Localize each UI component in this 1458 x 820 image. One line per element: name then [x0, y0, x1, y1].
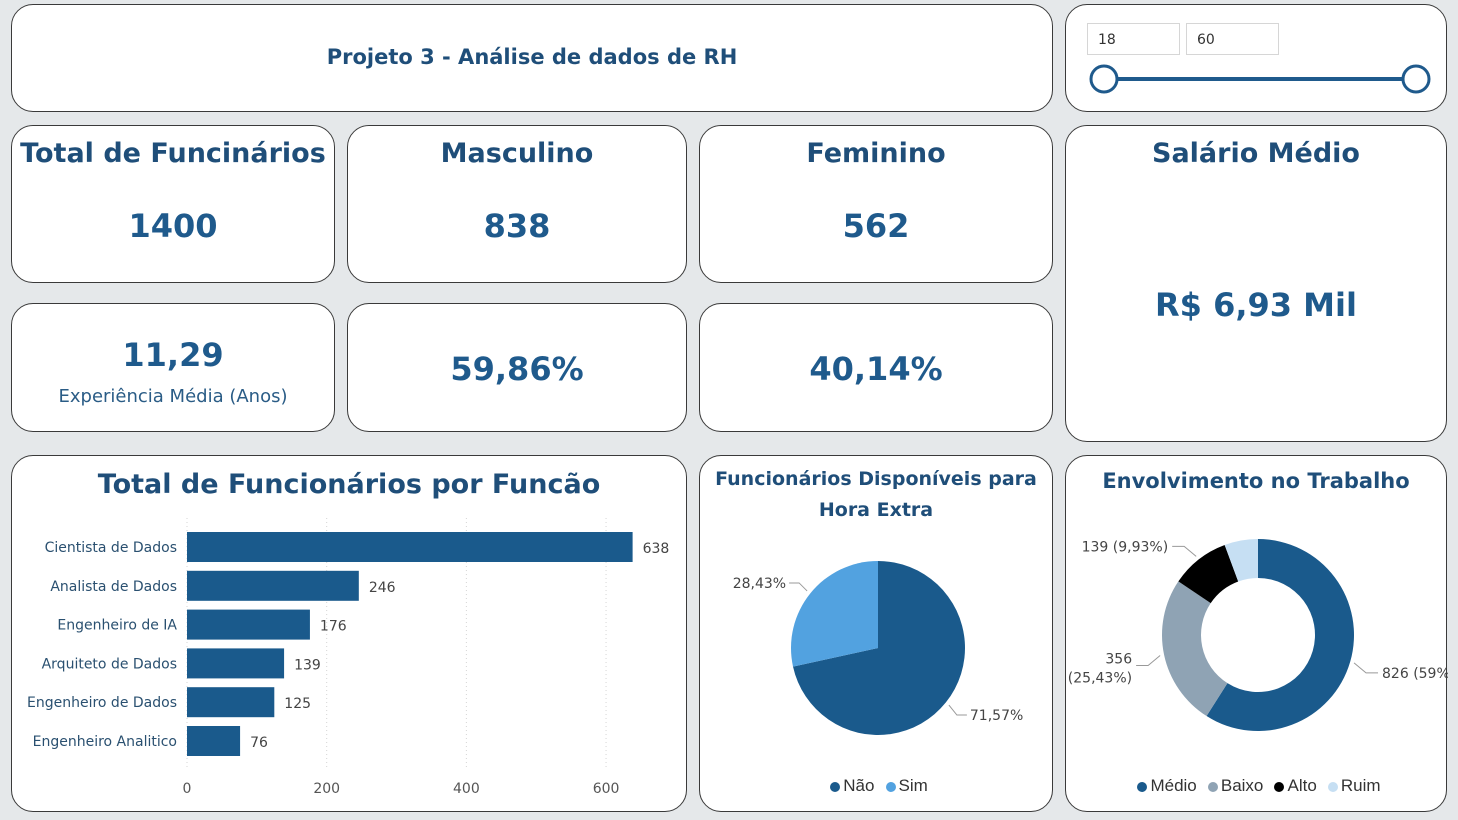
page-title: Projeto 3 - Análise de dados de RH — [326, 45, 738, 69]
donut-data-label: (25,43%) — [1068, 670, 1132, 686]
legend-ruim[interactable]: Ruim — [1341, 776, 1381, 795]
bar-value-label: 246 — [369, 580, 396, 596]
category-label: Engenheiro de IA — [57, 618, 177, 634]
bar-value-label: 176 — [320, 619, 347, 635]
bar — [187, 570, 359, 601]
kpi-male-pct-value: 59,86% — [450, 350, 584, 388]
slider-handle-min[interactable] — [1089, 64, 1119, 94]
slider-handle-max[interactable] — [1401, 64, 1431, 94]
kpi-female-title: Feminino — [806, 138, 946, 169]
bar-value-label: 139 — [294, 657, 321, 673]
legend-baixo[interactable]: Baixo — [1221, 776, 1264, 795]
kpi-female-card: Feminino 562 — [699, 125, 1053, 283]
pie-data-label: 71,57% — [970, 708, 1023, 724]
legend-nao[interactable]: Não — [843, 776, 874, 795]
legend-ruim-swatch — [1327, 781, 1338, 792]
leader-line — [1353, 662, 1379, 674]
age-slider-card: 18 60 — [1065, 4, 1447, 112]
role-bar-chart-card: Total de Funcionários por Funcão 0 200 400… — [11, 455, 687, 812]
category-label: Cientista de Dados — [45, 540, 177, 556]
legend-sim[interactable]: Sim — [899, 776, 928, 795]
category-label: Engenheiro Analitico — [33, 734, 177, 750]
kpi-male-value: 838 — [483, 207, 551, 245]
bar-value-label: 76 — [250, 735, 268, 751]
kpi-experience-card: 11,29 Experiência Média (Anos) — [11, 303, 335, 432]
bar — [187, 609, 310, 640]
kpi-experience-value: 11,29 — [122, 336, 224, 374]
x-tick-label: 200 — [313, 781, 340, 797]
kpi-salary-title: Salário Médio — [1152, 138, 1360, 169]
kpi-female-pct-value: 40,14% — [809, 350, 943, 388]
kpi-total-card: Total de Funcinários 1400 — [11, 125, 335, 283]
bar — [187, 532, 633, 562]
leader-line — [1136, 655, 1161, 666]
leader-line — [948, 704, 967, 716]
kpi-total-value: 1400 — [128, 207, 218, 245]
kpi-male-card: Masculino 838 — [347, 125, 687, 283]
legend-baixo-swatch — [1207, 781, 1218, 792]
x-tick-label: 600 — [593, 781, 620, 797]
age-range-slider[interactable] — [1066, 5, 1448, 113]
bar — [187, 648, 285, 679]
overtime-pie-chart: 71,57% 28,43% — [733, 561, 1023, 735]
pie-slice — [791, 561, 878, 667]
kpi-experience-label: Experiência Média (Anos) — [58, 386, 288, 407]
legend-medio-swatch — [1137, 781, 1148, 792]
pie-data-label: 28,43% — [733, 576, 786, 592]
kpi-male-title: Masculino — [440, 138, 594, 169]
donut-data-label: 356 — [1105, 651, 1132, 667]
role-bar-chart: 0 200 400 600 Cientista de Dados 638 Analista … — [27, 518, 670, 797]
overtime-pie-card: Funcionários Disponíveis para Hora Extra… — [699, 455, 1053, 812]
pie-legend: Não Sim — [700, 776, 1052, 796]
donut-legend: Médio Baixo Alto Ruim — [1066, 776, 1446, 796]
legend-medio[interactable]: Médio — [1150, 776, 1196, 795]
bar-value-label: 638 — [643, 541, 670, 557]
kpi-male-pct-card: 59,86% — [347, 303, 687, 432]
category-label: Arquiteto de Dados — [42, 656, 177, 672]
bar — [187, 726, 241, 756]
bar — [187, 687, 275, 718]
category-label: Engenheiro de Dados — [27, 695, 177, 711]
donut-data-label: 139 (9,93%) — [1082, 539, 1169, 555]
donut-slice — [1162, 581, 1228, 717]
legend-alto-swatch — [1274, 781, 1285, 792]
kpi-female-value: 562 — [842, 207, 910, 245]
kpi-female-pct-card: 40,14% — [699, 303, 1053, 432]
kpi-total-title: Total de Funcinários — [20, 138, 326, 169]
x-tick-label: 400 — [453, 781, 480, 797]
category-label: Analista de Dados — [50, 579, 177, 595]
bar-value-label: 125 — [284, 696, 311, 712]
header-card: Projeto 3 - Análise de dados de RH — [11, 4, 1053, 112]
kpi-salary-value: R$ 6,93 Mil — [1155, 286, 1357, 324]
legend-alto[interactable]: Alto — [1287, 776, 1316, 795]
donut-data-label: 826 (59%) — [1382, 666, 1448, 682]
x-tick-label: 0 — [183, 781, 192, 797]
engagement-donut-card: Envolvimento no Trabalho 826 (59%) 356 (25… — [1065, 455, 1448, 812]
engagement-donut-chart: 826 (59%) 356 (25,43%) 139 (9,93%) — [1068, 539, 1448, 731]
leader-line — [1172, 545, 1197, 557]
kpi-salary-card: Salário Médio R$ 6,93 Mil — [1065, 125, 1447, 442]
legend-sim-swatch — [885, 781, 896, 792]
leader-line — [789, 582, 808, 592]
legend-nao-swatch — [830, 781, 841, 792]
